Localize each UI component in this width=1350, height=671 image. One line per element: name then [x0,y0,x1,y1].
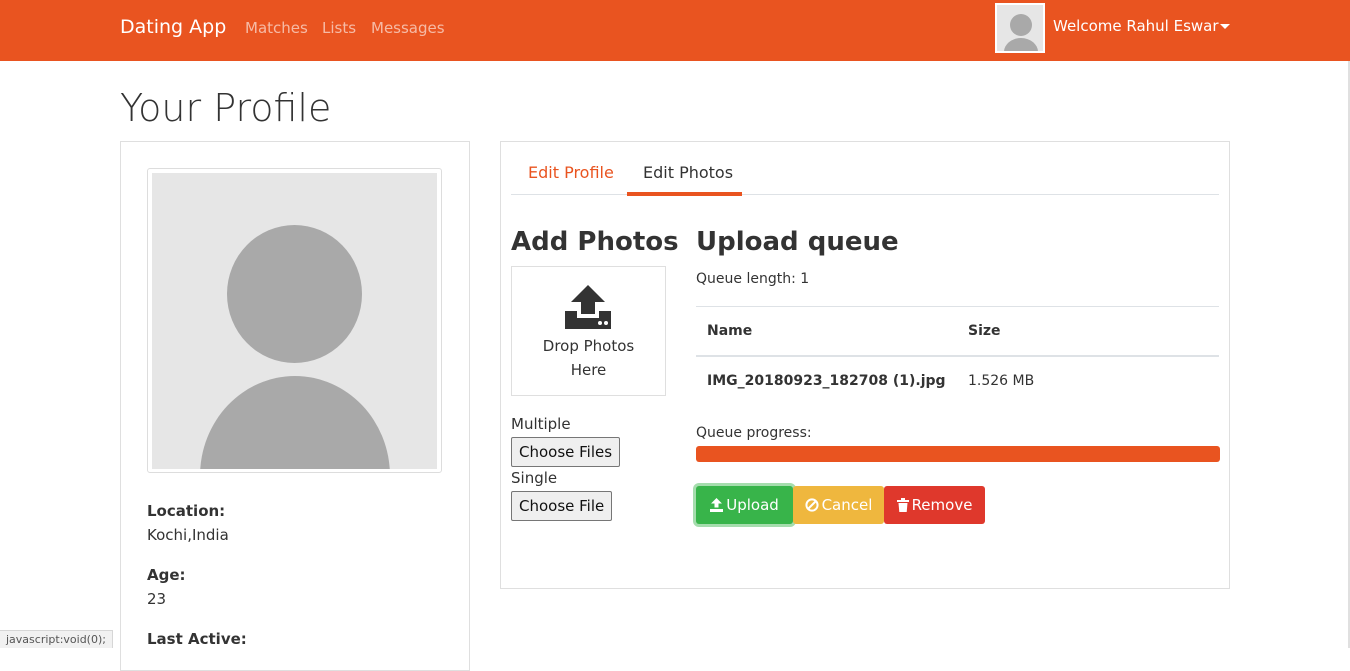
queue-progress-bar [696,446,1220,462]
dropzone-text-line2: Here [570,361,607,379]
active-tab-indicator [627,192,742,196]
user-placeholder-icon [152,173,437,469]
add-photos-heading: Add Photos [511,227,679,257]
user-menu-toggle[interactable]: Welcome Rahul Eswar [1053,17,1219,35]
upload-button[interactable]: Upload [696,486,793,524]
brand-link[interactable]: Dating App [120,16,226,38]
column-header-name: Name [707,323,753,339]
cancel-button-label: Cancel [821,496,873,514]
queue-row-size: 1.526 MB [968,373,1035,389]
nav-link-lists[interactable]: Lists [322,19,356,37]
placeholder-body-shape [200,376,390,469]
tab-edit-photos[interactable]: Edit Photos [643,163,733,182]
choose-file-button[interactable]: Choose File [511,491,613,521]
table-header-border [696,355,1219,357]
upload-icon [710,498,724,512]
remove-button[interactable]: Remove [884,486,985,524]
table-top-border [696,306,1219,307]
queue-progress-label: Queue progress: [696,425,812,441]
single-label: Single [511,469,558,487]
user-avatar[interactable] [995,3,1045,53]
upload-queue-heading: Upload queue [696,227,899,257]
nav-link-messages[interactable]: Messages [371,19,445,37]
edit-card: Edit Profile Edit Photos Add Photos Drop… [500,141,1230,589]
dropzone-text: Drop Photos Here [512,334,665,382]
placeholder-head-shape [227,225,362,363]
remove-button-label: Remove [911,496,973,514]
location-value: Kochi,India [147,526,229,544]
dropzone-text-line1: Drop Photos [542,337,635,355]
ban-icon [804,498,819,512]
multiple-label: Multiple [511,415,571,433]
queue-progress-fill [696,446,1220,462]
age-label: Age: [147,566,186,584]
last-active-label: Last Active: [147,630,247,648]
browser-status-bar: javascript:void(0); [0,630,113,648]
page-title: Your Profile [120,86,332,130]
tab-edit-profile[interactable]: Edit Profile [528,163,614,182]
cancel-button[interactable]: Cancel [793,486,884,524]
photo-dropzone[interactable]: Drop Photos Here [511,266,666,396]
navbar: Dating App Matches Lists Messages Welcom… [0,0,1350,61]
avatar-body-shape [1004,38,1038,51]
upload-icon [565,285,611,329]
trash-icon [896,498,909,512]
queue-length: Queue length: 1 [696,271,810,287]
profile-photo [147,168,442,473]
upload-button-label: Upload [726,496,779,514]
tabs-divider [511,194,1219,195]
choose-files-button[interactable]: Choose Files [511,437,621,467]
nav-link-matches[interactable]: Matches [245,19,308,37]
avatar-head-shape [1010,14,1032,36]
profile-card: Location: Kochi,India Age: 23 Last Activ… [120,141,470,671]
location-label: Location: [147,502,226,520]
age-value: 23 [147,590,167,608]
queue-row-filename: IMG_20180923_182708 (1).jpg [707,373,946,389]
column-header-size: Size [968,323,1001,339]
caret-down-icon[interactable] [1220,24,1230,29]
